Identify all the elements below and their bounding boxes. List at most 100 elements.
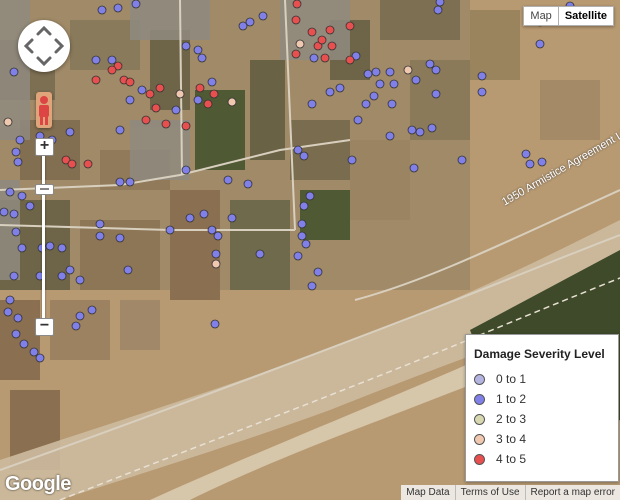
damage-marker[interactable] xyxy=(107,65,117,75)
damage-marker[interactable] xyxy=(335,83,345,93)
damage-marker[interactable] xyxy=(361,99,371,109)
damage-marker[interactable] xyxy=(123,265,133,275)
street-view-pegman[interactable] xyxy=(36,92,52,128)
damage-marker[interactable] xyxy=(477,87,487,97)
damage-marker[interactable] xyxy=(389,79,399,89)
damage-marker[interactable] xyxy=(207,77,217,87)
damage-marker[interactable] xyxy=(255,249,265,259)
damage-marker[interactable] xyxy=(320,53,330,63)
damage-marker[interactable] xyxy=(45,241,55,251)
damage-marker[interactable] xyxy=(125,95,135,105)
damage-marker[interactable] xyxy=(427,123,437,133)
damage-marker[interactable] xyxy=(5,295,15,305)
damage-marker[interactable] xyxy=(207,225,217,235)
damage-marker[interactable] xyxy=(107,55,117,65)
map-type-control[interactable]: Map Satellite xyxy=(523,6,614,26)
map-type-satellite-button[interactable]: Satellite xyxy=(558,6,614,26)
damage-marker[interactable] xyxy=(407,125,417,135)
damage-marker[interactable] xyxy=(95,219,105,229)
damage-marker[interactable] xyxy=(227,213,237,223)
damage-marker[interactable] xyxy=(145,89,155,99)
damage-marker[interactable] xyxy=(17,191,27,201)
damage-marker[interactable] xyxy=(327,41,337,51)
damage-marker[interactable] xyxy=(87,305,97,315)
damage-marker[interactable] xyxy=(297,219,307,229)
damage-marker[interactable] xyxy=(125,77,135,87)
damage-marker[interactable] xyxy=(11,329,21,339)
damage-marker[interactable] xyxy=(403,65,413,75)
map-data-link[interactable]: Map Data xyxy=(401,485,454,500)
damage-marker[interactable] xyxy=(125,177,135,187)
google-logo[interactable]: Google xyxy=(5,473,71,496)
damage-marker[interactable] xyxy=(13,157,23,167)
damage-marker[interactable] xyxy=(210,319,220,329)
pan-control[interactable] xyxy=(18,20,70,72)
damage-marker[interactable] xyxy=(369,91,379,101)
damage-marker[interactable] xyxy=(11,147,21,157)
damage-marker[interactable] xyxy=(71,321,81,331)
damage-marker[interactable] xyxy=(141,115,151,125)
damage-marker[interactable] xyxy=(525,159,535,169)
damage-marker[interactable] xyxy=(258,11,268,21)
damage-marker[interactable] xyxy=(3,117,13,127)
damage-marker[interactable] xyxy=(115,125,125,135)
damage-marker[interactable] xyxy=(19,339,29,349)
damage-marker[interactable] xyxy=(0,207,9,217)
damage-marker[interactable] xyxy=(299,151,309,161)
damage-marker[interactable] xyxy=(325,25,335,35)
damage-marker[interactable] xyxy=(431,89,441,99)
damage-marker[interactable] xyxy=(307,281,317,291)
damage-marker[interactable] xyxy=(293,145,303,155)
damage-marker[interactable] xyxy=(75,311,85,321)
damage-marker[interactable] xyxy=(307,99,317,109)
damage-marker[interactable] xyxy=(57,243,67,253)
terms-of-use-link[interactable]: Terms of Use xyxy=(454,485,525,500)
damage-marker[interactable] xyxy=(347,155,357,165)
damage-marker[interactable] xyxy=(521,149,531,159)
damage-marker[interactable] xyxy=(83,159,93,169)
damage-marker[interactable] xyxy=(181,165,191,175)
damage-marker[interactable] xyxy=(181,41,191,51)
damage-marker[interactable] xyxy=(223,175,233,185)
damage-marker[interactable] xyxy=(387,99,397,109)
damage-marker[interactable] xyxy=(151,103,161,113)
damage-marker[interactable] xyxy=(415,127,425,137)
damage-marker[interactable] xyxy=(67,159,77,169)
damage-marker[interactable] xyxy=(95,231,105,241)
damage-marker[interactable] xyxy=(307,27,317,37)
damage-marker[interactable] xyxy=(171,105,181,115)
damage-marker[interactable] xyxy=(305,191,315,201)
damage-marker[interactable] xyxy=(409,163,419,173)
damage-marker[interactable] xyxy=(197,53,207,63)
damage-marker[interactable] xyxy=(297,231,307,241)
damage-marker[interactable] xyxy=(295,39,305,49)
damage-marker[interactable] xyxy=(9,271,19,281)
damage-marker[interactable] xyxy=(17,243,27,253)
damage-marker[interactable] xyxy=(13,313,23,323)
damage-marker[interactable] xyxy=(299,201,309,211)
damage-marker[interactable] xyxy=(11,227,21,237)
damage-marker[interactable] xyxy=(65,127,75,137)
damage-marker[interactable] xyxy=(435,0,445,7)
damage-marker[interactable] xyxy=(91,75,101,85)
damage-marker[interactable] xyxy=(3,307,13,317)
map-type-map-button[interactable]: Map xyxy=(523,6,559,26)
zoom-out-button[interactable]: − xyxy=(35,318,54,336)
damage-marker[interactable] xyxy=(243,179,253,189)
report-map-error-link[interactable]: Report a map error xyxy=(524,485,620,500)
damage-marker[interactable] xyxy=(293,251,303,261)
damage-marker[interactable] xyxy=(317,35,327,45)
damage-marker[interactable] xyxy=(35,353,45,363)
damage-marker[interactable] xyxy=(209,89,219,99)
damage-marker[interactable] xyxy=(195,83,205,93)
damage-marker[interactable] xyxy=(425,59,435,69)
damage-marker[interactable] xyxy=(65,265,75,275)
damage-marker[interactable] xyxy=(211,259,221,269)
damage-marker[interactable] xyxy=(313,267,323,277)
damage-marker[interactable] xyxy=(199,209,209,219)
damage-marker[interactable] xyxy=(185,213,195,223)
damage-marker[interactable] xyxy=(115,177,125,187)
damage-marker[interactable] xyxy=(161,119,171,129)
damage-marker[interactable] xyxy=(457,155,467,165)
damage-marker[interactable] xyxy=(325,87,335,97)
